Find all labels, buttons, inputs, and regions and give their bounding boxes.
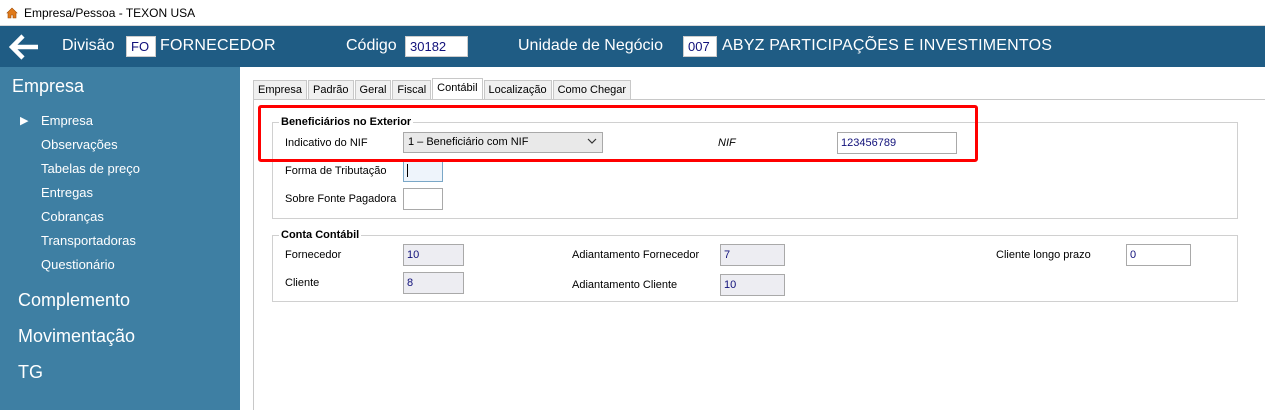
cliente-label: Cliente xyxy=(285,277,320,289)
unidade-label: Unidade de Negócio xyxy=(518,37,663,54)
divisao-label: Divisão xyxy=(62,37,115,54)
adiantamento-cliente-label: Adiantamento Cliente xyxy=(572,279,678,291)
cliente-field[interactable]: 8 xyxy=(403,272,464,294)
text-caret xyxy=(407,164,408,177)
sidebar-item-cobrancas[interactable]: Cobranças xyxy=(41,209,104,224)
sidebar-item-empresa[interactable]: Empresa xyxy=(41,113,93,128)
tab-padrao[interactable]: Padrão xyxy=(308,80,354,100)
sidebar-item-entregas[interactable]: Entregas xyxy=(41,185,93,200)
tab-fiscal[interactable]: Fiscal xyxy=(392,80,432,100)
forma-tributacao-field[interactable] xyxy=(403,160,443,182)
unidade-name: ABYZ PARTICIPAÇÕES E INVESTIMENTOS xyxy=(722,37,1053,54)
fornecedor-field[interactable]: 10 xyxy=(403,244,464,266)
sobre-fonte-pagadora-field[interactable] xyxy=(403,188,443,210)
sidebar: Empresa ▶ Empresa Observações Tabelas de… xyxy=(0,67,240,410)
tab-geral[interactable]: Geral xyxy=(354,80,392,100)
cliente-longo-prazo-field[interactable]: 0 xyxy=(1126,244,1191,266)
back-button[interactable] xyxy=(8,33,41,61)
unidade-code-field[interactable]: 007 xyxy=(683,36,717,57)
sidebar-item-observacoes[interactable]: Observações xyxy=(41,137,118,152)
sidebar-title: Empresa xyxy=(12,76,85,96)
tab-localizacao[interactable]: Localização xyxy=(483,80,552,100)
house-icon xyxy=(5,6,19,20)
tab-empresa[interactable]: Empresa xyxy=(253,80,308,100)
fornecedor-label: Fornecedor xyxy=(285,249,342,261)
divisao-name: FORNECEDOR xyxy=(160,37,276,54)
forma-tributacao-label: Forma de Tributação xyxy=(285,165,387,177)
sidebar-item-transportadoras[interactable]: Transportadoras xyxy=(41,233,136,248)
annotation-highlight-box xyxy=(258,105,978,162)
window-titlebar: Empresa/Pessoa - TEXON USA xyxy=(0,0,1265,26)
sidebar-item-questionario[interactable]: Questionário xyxy=(41,257,115,272)
tab-contabil[interactable]: Contábil xyxy=(432,78,483,100)
arrow-left-icon xyxy=(8,34,38,60)
header-bar: Divisão FO FORNECEDOR Código 30182 Unida… xyxy=(0,26,1265,67)
sidebar-group-complemento[interactable]: Complemento xyxy=(18,290,130,311)
adiantamento-fornecedor-field[interactable]: 7 xyxy=(720,244,785,266)
codigo-field[interactable]: 30182 xyxy=(405,36,468,57)
window-title: Empresa/Pessoa - TEXON USA xyxy=(24,5,196,20)
codigo-label: Código xyxy=(346,37,397,54)
sobre-fonte-pagadora-label: Sobre Fonte Pagadora xyxy=(285,193,397,205)
conta-contabil-title: Conta Contábil xyxy=(279,229,362,241)
divisao-code-field[interactable]: FO xyxy=(126,36,156,57)
cliente-longo-prazo-label: Cliente longo prazo xyxy=(996,249,1091,261)
main-content: Empresa Padrão Geral Fiscal Contábil Loc… xyxy=(240,67,1265,410)
sidebar-group-tg[interactable]: TG xyxy=(18,362,43,383)
triangle-right-icon: ▶ xyxy=(20,115,29,127)
adiantamento-cliente-field[interactable]: 10 xyxy=(720,274,785,296)
sidebar-item-tabelas-de-preco[interactable]: Tabelas de preço xyxy=(41,161,140,176)
tab-bar: Empresa Padrão Geral Fiscal Contábil Loc… xyxy=(253,78,632,100)
tab-como-chegar[interactable]: Como Chegar xyxy=(552,80,632,100)
sidebar-group-movimentacao[interactable]: Movimentação xyxy=(18,326,135,347)
adiantamento-fornecedor-label: Adiantamento Fornecedor xyxy=(572,249,700,261)
